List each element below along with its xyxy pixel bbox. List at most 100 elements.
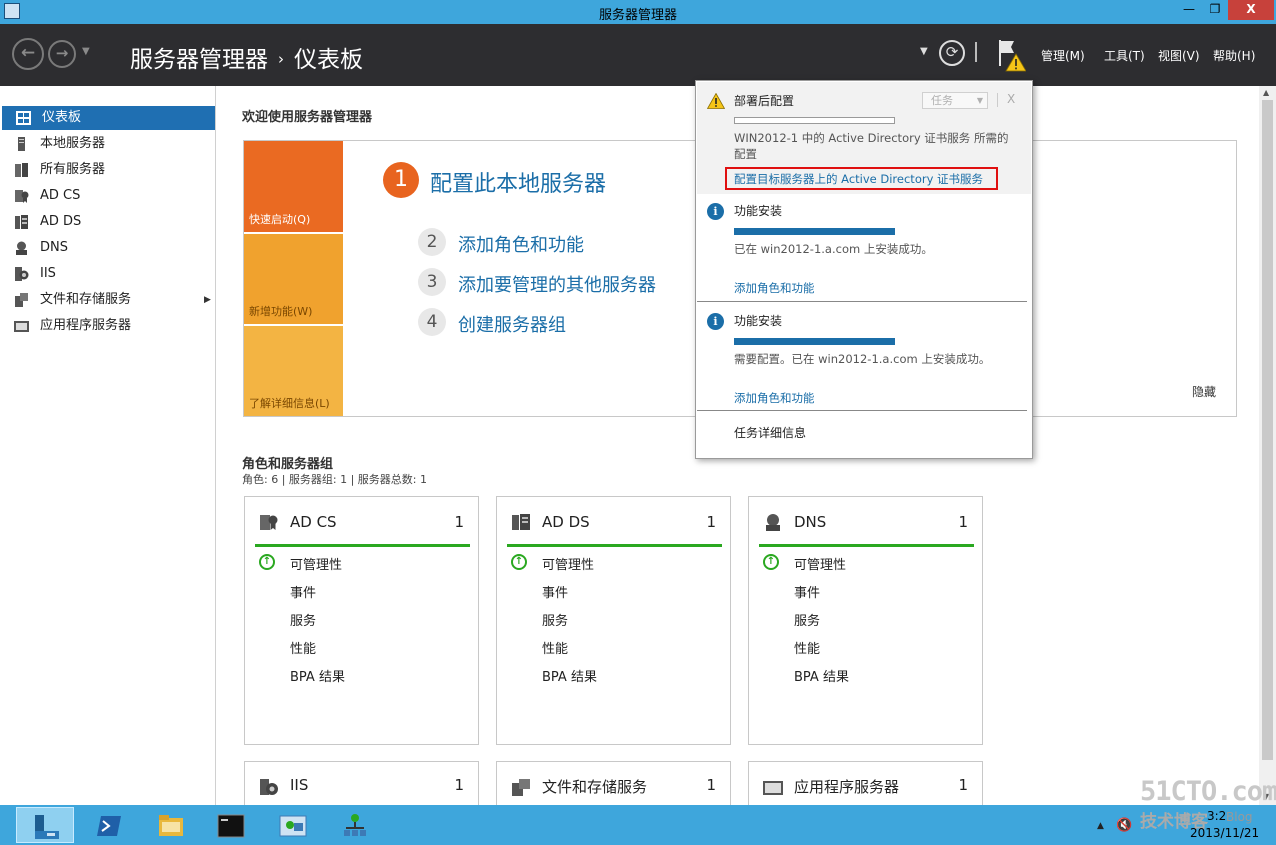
menu-manage[interactable]: 管理(M)	[1041, 47, 1085, 64]
info-icon: i	[707, 203, 724, 220]
tile-quick-start[interactable]: 快速启动(Q)	[244, 141, 343, 232]
card-title: 文件和存储服务	[542, 778, 648, 796]
card-count: 1	[958, 776, 968, 794]
sidebar-item-label: 文件和存储服务	[40, 292, 132, 307]
card-row-performance[interactable]: 性能	[290, 638, 316, 657]
sidebar-item-app-server[interactable]: 应用程序服务器	[0, 314, 216, 338]
card-row-services[interactable]: 服务	[290, 610, 316, 629]
server-icon	[18, 137, 25, 151]
taskbar-server-manager[interactable]	[16, 807, 74, 843]
role-card-iis[interactable]: IIS 1	[244, 761, 479, 805]
show-hidden-icons[interactable]: ▲	[1097, 821, 1104, 831]
popup-divider	[997, 93, 998, 107]
app-server-icon	[14, 321, 29, 332]
sidebar-item-ad-ds[interactable]: AD DS	[0, 210, 216, 234]
card-row-events[interactable]: 事件	[290, 582, 316, 601]
hide-link[interactable]: 隐藏	[1192, 383, 1216, 400]
minimize-button[interactable]: —	[1176, 0, 1202, 20]
card-row-manageability[interactable]: 可管理性	[290, 554, 342, 573]
directory-tree-icon	[344, 814, 366, 836]
card-row-bpa[interactable]: BPA 结果	[794, 666, 849, 685]
breadcrumb-separator-icon: ›	[278, 50, 284, 68]
step-number-badge: 4	[418, 308, 446, 336]
card-row-events[interactable]: 事件	[542, 582, 568, 601]
taskbar-ad-tool[interactable]	[325, 807, 383, 843]
card-row-services[interactable]: 服务	[794, 610, 820, 629]
add-roles-features-link[interactable]: 添加角色和功能	[734, 390, 815, 406]
taskbar-network-app[interactable]	[263, 807, 321, 843]
configure-local-server-link[interactable]: 配置此本地服务器	[430, 166, 606, 198]
card-row-performance[interactable]: 性能	[794, 638, 820, 657]
taskbar-command-prompt[interactable]	[201, 807, 259, 843]
sidebar-item-local-server[interactable]: 本地服务器	[0, 132, 216, 156]
health-bar	[759, 544, 974, 547]
add-roles-features-link[interactable]: 添加角色和功能	[458, 231, 584, 257]
history-dropdown-icon[interactable]: ▼	[82, 46, 90, 57]
app-header: ← → ▼ 服务器管理器 › 仪表板 ▼ ⟳ 管理(M) 工具(T) 视图(V) 帮…	[0, 24, 1276, 86]
sidebar-item-ad-cs[interactable]: AD CS	[0, 184, 216, 208]
sidebar-item-all-servers[interactable]: 所有服务器	[0, 158, 216, 182]
network-computers-icon	[279, 815, 307, 837]
card-row-performance[interactable]: 性能	[542, 638, 568, 657]
tile-learn-more[interactable]: 了解详细信息(L)	[244, 326, 343, 416]
card-row-events[interactable]: 事件	[794, 582, 820, 601]
dismiss-notification-button[interactable]: X	[1007, 92, 1015, 106]
card-title: DNS	[794, 513, 827, 531]
step-number-badge: 2	[418, 228, 446, 256]
sidebar-item-iis[interactable]: IIS	[0, 262, 216, 286]
card-count: 1	[706, 776, 716, 794]
file-storage-icon	[512, 779, 530, 796]
task-dropdown[interactable]: 任务 ▼	[922, 92, 988, 109]
card-row-bpa[interactable]: BPA 结果	[290, 666, 345, 685]
back-arrow-icon[interactable]: ←	[12, 38, 44, 70]
speaker-muted-icon[interactable]: 🔇	[1116, 818, 1132, 833]
clock-date[interactable]: 2013/11/21	[1190, 826, 1259, 840]
breadcrumb-root[interactable]: 服务器管理器	[130, 47, 268, 73]
sidebar-item-file-storage[interactable]: 文件和存储服务 ▶	[0, 288, 216, 312]
menu-view[interactable]: 视图(V)	[1158, 47, 1200, 64]
card-title: IIS	[290, 776, 309, 794]
clock-time[interactable]: 3:2	[1207, 809, 1226, 823]
sidebar-item-dashboard[interactable]: 仪表板	[2, 106, 215, 130]
menu-help[interactable]: 帮助(H)	[1213, 47, 1255, 64]
sidebar-item-label: DNS	[40, 240, 68, 255]
card-row-bpa[interactable]: BPA 结果	[542, 666, 597, 685]
tile-whats-new[interactable]: 新增功能(W)	[244, 234, 343, 324]
menu-tools[interactable]: 工具(T)	[1104, 47, 1145, 64]
forward-arrow-icon[interactable]: →	[48, 40, 76, 68]
taskbar-file-explorer[interactable]	[141, 807, 199, 843]
chevron-down-icon: ▼	[976, 96, 983, 105]
card-row-manageability[interactable]: 可管理性	[794, 554, 846, 573]
refresh-dropdown-icon[interactable]: ▼	[920, 46, 928, 57]
role-card-app-server[interactable]: 应用程序服务器 1	[748, 761, 983, 805]
sidebar-item-label: 应用程序服务器	[40, 318, 132, 333]
card-row-manageability[interactable]: 可管理性	[542, 554, 594, 573]
close-button[interactable]: X	[1228, 0, 1274, 20]
notifications-flag-icon[interactable]	[996, 38, 1026, 72]
iis-icon	[260, 779, 278, 795]
card-row-services[interactable]: 服务	[542, 610, 568, 629]
taskbar-powershell[interactable]	[79, 807, 137, 843]
add-other-servers-link[interactable]: 添加要管理的其他服务器	[458, 271, 656, 297]
role-card-dns[interactable]: DNS 1 ↑ 可管理性 事件 服务 性能 BPA 结果	[748, 496, 983, 745]
role-card-ad-ds[interactable]: AD DS 1 ↑ 可管理性 事件 服务 性能 BPA 结果	[496, 496, 731, 745]
refresh-icon[interactable]: ⟳	[939, 40, 965, 66]
scrollbar-thumb[interactable]	[1262, 100, 1273, 760]
server-manager-icon	[35, 815, 59, 839]
sidebar-item-label: AD CS	[40, 188, 81, 203]
add-roles-features-link[interactable]: 添加角色和功能	[734, 280, 815, 296]
popup-separator	[697, 301, 1027, 302]
vertical-scrollbar[interactable]: ▲ ▼	[1259, 86, 1276, 805]
iis-icon	[15, 267, 29, 281]
powershell-icon	[97, 816, 121, 836]
expand-arrow-icon[interactable]: ▶	[204, 288, 211, 312]
task-details-link[interactable]: 任务详细信息	[734, 424, 806, 441]
directory-server-icon	[15, 215, 28, 229]
create-server-group-link[interactable]: 创建服务器组	[458, 311, 566, 337]
watermark-blog: Blog	[1226, 810, 1253, 824]
scroll-up-icon[interactable]: ▲	[1263, 88, 1269, 97]
sidebar-item-dns[interactable]: DNS	[0, 236, 216, 260]
role-card-ad-cs[interactable]: AD CS 1 ↑ 可管理性 事件 服务 性能 BPA 结果	[244, 496, 479, 745]
role-card-file-storage[interactable]: 文件和存储服务 1	[496, 761, 731, 805]
restore-button[interactable]: ❐	[1202, 0, 1228, 20]
